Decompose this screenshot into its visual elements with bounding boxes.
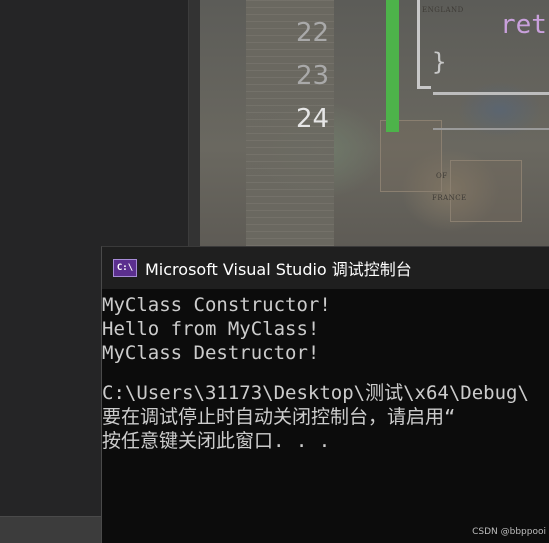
code-closing-brace: } <box>432 48 447 76</box>
console-app-icon: C:\ <box>113 259 137 277</box>
code-editor[interactable]: ENGLAND FRANCE OF 22 23 24 } ret <box>200 0 549 246</box>
status-bar-fragment <box>0 516 101 543</box>
editor-rule-line <box>433 128 549 130</box>
console-line: 要在调试停止时自动关闭控制台，请启用“ <box>102 406 456 428</box>
console-line: 按任意键关闭此窗口. . . <box>102 430 331 452</box>
console-line: MyClass Constructor! <box>102 294 331 316</box>
line-number-current: 24 <box>296 104 330 134</box>
editor-rule-line <box>433 92 549 95</box>
line-number: 23 <box>296 61 330 91</box>
watermark: CSDN @bbppooi <box>472 527 546 537</box>
map-label: OF <box>436 172 448 180</box>
console-line: C:\Users\31173\Desktop\测试\x64\Debug\ <box>102 382 529 404</box>
scope-guide-foot <box>417 86 431 89</box>
console-output[interactable]: MyClass Constructor! Hello from MyClass!… <box>102 289 549 453</box>
code-return-keyword: ret <box>500 10 547 40</box>
change-indicator-bar <box>386 0 399 132</box>
console-title: Microsoft Visual Studio 调试控制台 <box>145 260 412 279</box>
map-label: ENGLAND <box>422 6 464 14</box>
console-line: MyClass Destructor! <box>102 342 320 364</box>
map-label: FRANCE <box>432 194 467 202</box>
console-titlebar[interactable]: C:\ Microsoft Visual Studio 调试控制台 <box>102 247 549 289</box>
line-number: 22 <box>296 18 330 48</box>
scope-guide-line <box>417 0 420 88</box>
console-line: Hello from MyClass! <box>102 318 320 340</box>
debug-console-window[interactable]: C:\ Microsoft Visual Studio 调试控制台 MyClas… <box>101 246 549 543</box>
background-map-region <box>450 160 522 222</box>
line-number-gutter: 22 23 24 <box>296 12 329 141</box>
